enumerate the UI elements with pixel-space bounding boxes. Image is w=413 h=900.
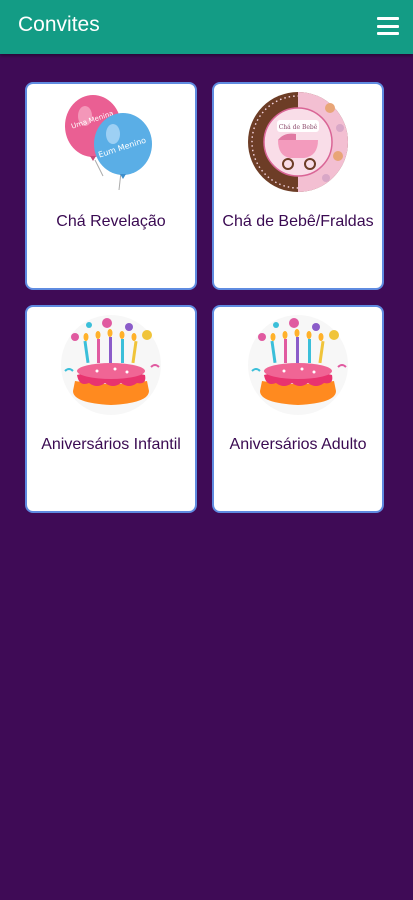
app-bar: Convites [0, 0, 413, 54]
category-card-cha-de-bebe[interactable]: Chá de Bebê Chá de Bebê/Fraldas [212, 82, 384, 290]
balloons-image: Uma Menina Eum Menino [65, 95, 152, 191]
card-label: Aniversários Adulto [229, 436, 367, 453]
card-label: Aniversários Infantil [41, 436, 181, 453]
card-label: Chá Revelação [56, 213, 166, 230]
birthday-cake-image [248, 315, 348, 415]
card-label: Chá de Bebê/Fraldas [222, 213, 374, 230]
category-card-aniversarios-infantil[interactable]: Aniversários Infantil [25, 305, 197, 513]
badge-text: Chá de Bebê [279, 124, 318, 131]
category-card-aniversarios-adulto[interactable]: Aniversários Adulto [212, 305, 384, 513]
birthday-cake-image [61, 315, 161, 415]
hamburger-menu-icon[interactable] [377, 17, 399, 35]
page-title: Convites [18, 13, 100, 36]
category-card-cha-revelacao[interactable]: Uma Menina Eum Menino Chá Revelação [25, 82, 197, 290]
baby-stroller-image: Chá de Bebê [248, 92, 348, 192]
